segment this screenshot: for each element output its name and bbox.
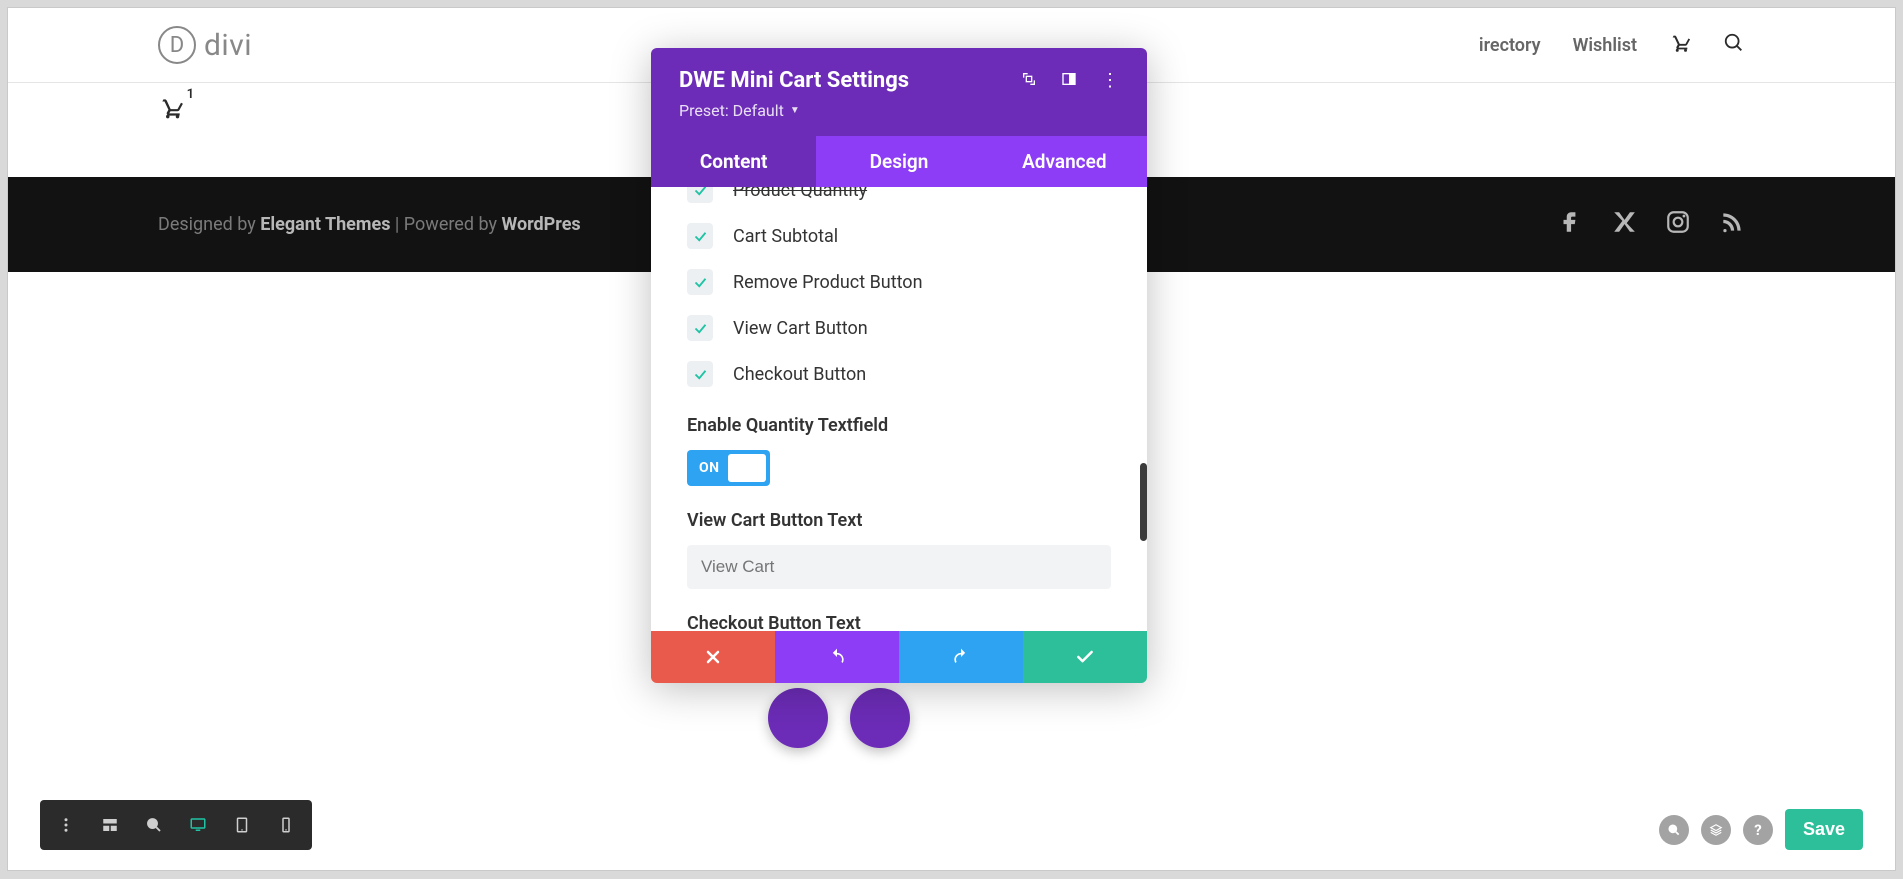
checkbox-label: Checkout Button: [733, 364, 866, 385]
mini-cart-button[interactable]: 1: [158, 95, 184, 125]
modal-tabs: Content Design Advanced: [651, 136, 1147, 187]
footer-text-1: Designed by: [158, 214, 260, 235]
snap-icon[interactable]: [1061, 71, 1077, 91]
desktop-view-icon[interactable]: [178, 808, 218, 842]
zoom-view-icon[interactable]: [134, 808, 174, 842]
save-button[interactable]: Save: [1785, 809, 1863, 850]
apply-button[interactable]: [1023, 631, 1147, 683]
nav-link-directory[interactable]: irectory: [1479, 35, 1541, 56]
section-enable-quantity: Enable Quantity Textfield ON: [687, 397, 1111, 492]
tablet-view-icon[interactable]: [222, 808, 262, 842]
toolbar-menu-icon[interactable]: [46, 808, 86, 842]
field-label: Enable Quantity Textfield: [687, 415, 1111, 436]
discard-button[interactable]: [651, 631, 775, 683]
checkbox-row-view-cart: View Cart Button: [687, 305, 1111, 351]
phone-view-icon[interactable]: [266, 808, 306, 842]
checkbox-remove-product[interactable]: [687, 269, 713, 295]
modal-body: Product Quantity Cart Subtotal Remove Pr…: [651, 187, 1147, 631]
fab-button-1[interactable]: [768, 688, 828, 748]
search-icon[interactable]: [1723, 32, 1745, 58]
modal-header: DWE Mini Cart Settings ⋮ Preset: Default…: [651, 48, 1147, 136]
facebook-icon[interactable]: [1557, 209, 1583, 240]
footer-text-2: | Powered by: [390, 214, 501, 235]
site-logo[interactable]: D divi: [158, 26, 252, 64]
checkbox-product-quantity[interactable]: [687, 187, 713, 203]
footer-credits: Designed by Elegant Themes | Powered by …: [158, 214, 581, 235]
instagram-icon[interactable]: [1665, 209, 1691, 240]
more-options-icon[interactable]: ⋮: [1101, 72, 1119, 90]
toggle-enable-quantity[interactable]: ON: [687, 450, 770, 486]
builder-bottom-right: ? Save: [1659, 809, 1863, 850]
nav-link-wishlist[interactable]: Wishlist: [1573, 35, 1637, 56]
checkbox-label: Cart Subtotal: [733, 226, 838, 247]
builder-toolbar: [40, 800, 312, 850]
builder-fab-dock: [768, 688, 910, 748]
checkbox-label: View Cart Button: [733, 318, 868, 339]
preset-label: Preset: Default: [679, 101, 784, 120]
toggle-thumb: [728, 454, 766, 482]
layers-icon[interactable]: [1701, 815, 1731, 845]
redo-button[interactable]: [899, 631, 1023, 683]
logo-mark-icon: D: [158, 26, 196, 64]
checkbox-row-checkout: Checkout Button: [687, 351, 1111, 397]
cart-icon[interactable]: [1669, 32, 1691, 58]
rss-icon[interactable]: [1719, 209, 1745, 240]
modal-title: DWE Mini Cart Settings: [679, 68, 909, 93]
footer-link-wordpress[interactable]: WordPres: [501, 214, 580, 235]
view-cart-text-input[interactable]: [687, 545, 1111, 589]
search-layers-icon[interactable]: [1659, 815, 1689, 845]
tab-advanced[interactable]: Advanced: [982, 136, 1147, 187]
toggle-on-label: ON: [699, 460, 720, 476]
checkbox-row-cart-subtotal: Cart Subtotal: [687, 213, 1111, 259]
checkbox-row-remove-product: Remove Product Button: [687, 259, 1111, 305]
wireframe-view-icon[interactable]: [90, 808, 130, 842]
modal-header-actions: ⋮: [1021, 71, 1119, 91]
checkbox-cart-subtotal[interactable]: [687, 223, 713, 249]
undo-button[interactable]: [775, 631, 899, 683]
footer-link-elegant[interactable]: Elegant Themes: [260, 214, 390, 235]
help-icon[interactable]: ?: [1743, 815, 1773, 845]
page-canvas: D divi irectory Wishlist 1 Designed by E…: [8, 8, 1895, 870]
field-label: View Cart Button Text: [687, 510, 1111, 531]
footer-social: [1557, 209, 1745, 240]
checkbox-label: Remove Product Button: [733, 272, 923, 293]
section-checkout-text: Checkout Button Text: [687, 595, 1111, 631]
x-twitter-icon[interactable]: [1611, 209, 1637, 240]
scrollbar-thumb[interactable]: [1140, 463, 1147, 541]
modal-footer: [651, 631, 1147, 683]
preset-selector[interactable]: Preset: Default ▼: [679, 101, 1119, 120]
header-nav: irectory Wishlist: [1479, 32, 1745, 58]
checkbox-label: Product Quantity: [733, 187, 867, 201]
checkbox-view-cart[interactable]: [687, 315, 713, 341]
field-label: Checkout Button Text: [687, 613, 1111, 631]
chevron-down-icon: ▼: [790, 105, 800, 116]
mini-cart-count: 1: [187, 87, 194, 102]
tab-content[interactable]: Content: [651, 136, 816, 187]
checkbox-checkout[interactable]: [687, 361, 713, 387]
module-settings-modal: DWE Mini Cart Settings ⋮ Preset: Default…: [651, 48, 1147, 683]
checkbox-row-product-quantity: Product Quantity: [687, 187, 1111, 213]
logo-text: divi: [204, 28, 252, 63]
fab-button-2[interactable]: [850, 688, 910, 748]
section-view-cart-text: View Cart Button Text: [687, 492, 1111, 595]
expand-icon[interactable]: [1021, 71, 1037, 91]
elements-checkboxes: Product Quantity Cart Subtotal Remove Pr…: [687, 187, 1111, 397]
tab-design[interactable]: Design: [816, 136, 981, 187]
